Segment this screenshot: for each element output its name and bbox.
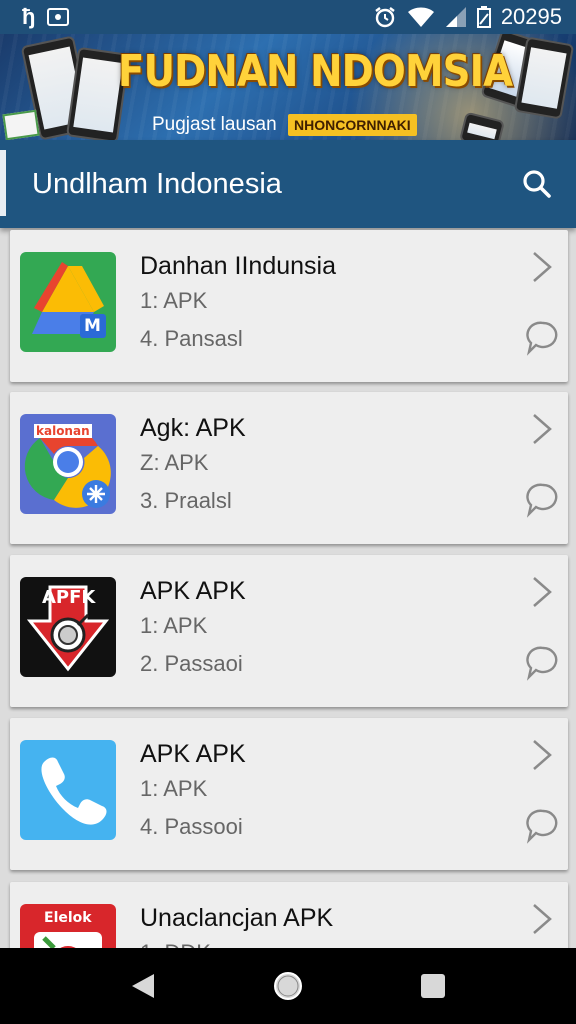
chevron-right-icon[interactable] xyxy=(530,250,554,284)
item-title: APK APK xyxy=(140,577,246,605)
chevron-right-icon[interactable] xyxy=(530,902,554,936)
item-title: Danhan IIndunsia xyxy=(140,252,336,280)
notification-glyph: ђ xyxy=(22,4,36,29)
banner-phone-right-3 xyxy=(458,111,506,140)
icon-badge: M xyxy=(84,316,101,336)
apk-shield-icon: APFK xyxy=(20,577,116,677)
icon-label: kalonan xyxy=(34,424,92,438)
comment-icon[interactable] xyxy=(526,808,558,844)
chrome-style-icon: kalonan xyxy=(20,414,116,514)
app-list[interactable]: M Danhan IIndunsia 1: APK 4. Pansasl kal… xyxy=(0,228,576,948)
comment-icon[interactable] xyxy=(526,320,558,356)
app-title: Undlham Indonesia xyxy=(32,167,282,200)
list-item[interactable]: APK APK 1: APK 4. Passooi xyxy=(10,718,568,870)
app-bar: Undlham Indonesia xyxy=(0,140,576,228)
recents-icon[interactable] xyxy=(413,966,453,1006)
banner-subtitle: Pugjast lausan xyxy=(152,114,277,135)
item-subtitle: 1: APK xyxy=(140,288,208,313)
item-title: Agk: APK xyxy=(140,414,246,442)
promo-banner[interactable]: FUDNAN NDOMSIA Pugjast lausan NHONCORNNA… xyxy=(0,34,576,140)
status-bar: ђ 20295 xyxy=(0,0,576,34)
list-item[interactable]: M Danhan IIndunsia 1: APK 4. Pansasl xyxy=(10,230,568,382)
wifi-icon xyxy=(407,6,435,28)
battery-icon xyxy=(476,6,491,28)
item-meta: 4. Passooi xyxy=(140,814,243,839)
chevron-right-icon[interactable] xyxy=(530,412,554,446)
red-app-icon: Elelok xyxy=(20,904,116,948)
list-item[interactable]: kalonan Agk: APK Z: APK 3. Praalsl xyxy=(10,392,568,544)
phone-handset-icon xyxy=(20,740,116,840)
home-icon[interactable] xyxy=(268,966,308,1006)
list-item[interactable]: Elelok Unaclancjan APK 1: DDK xyxy=(10,882,568,948)
item-title: APK APK xyxy=(140,740,246,768)
alarm-icon xyxy=(373,5,397,29)
item-subtitle: 1: DDK xyxy=(140,940,211,948)
icon-label: Elelok xyxy=(44,910,92,926)
item-subtitle: Z: APK xyxy=(140,450,209,475)
chevron-right-icon[interactable] xyxy=(530,738,554,772)
app-bar-accent xyxy=(0,150,6,216)
banner-pill[interactable]: NHONCORNNAKI xyxy=(288,114,417,136)
back-icon[interactable] xyxy=(123,966,163,1006)
status-left: ђ xyxy=(22,4,70,30)
item-subtitle: 1: APK xyxy=(140,776,208,801)
list-item[interactable]: APFK APK APK 1: APK 2. Passaoi xyxy=(10,555,568,707)
icon-label: APFK xyxy=(42,587,96,608)
signal-icon xyxy=(445,6,467,28)
item-meta: 3. Praalsl xyxy=(140,488,232,513)
status-time: 20295 xyxy=(500,4,562,29)
item-subtitle: 1: APK xyxy=(140,613,208,638)
comment-icon[interactable] xyxy=(526,645,558,681)
system-nav-bar xyxy=(0,948,576,1024)
search-icon[interactable] xyxy=(520,167,554,201)
status-right: 20295 xyxy=(373,4,562,30)
map-pin-icon xyxy=(2,109,40,140)
item-title: Unaclancjan APK xyxy=(140,904,334,932)
photo-icon xyxy=(47,8,70,26)
item-meta: 4. Pansasl xyxy=(140,326,243,351)
chevron-right-icon[interactable] xyxy=(530,575,554,609)
banner-title: FUDNAN NDOMSIA xyxy=(118,46,513,97)
drive-style-icon: M xyxy=(20,252,116,352)
comment-icon[interactable] xyxy=(526,482,558,518)
item-meta: 2. Passaoi xyxy=(140,651,243,676)
